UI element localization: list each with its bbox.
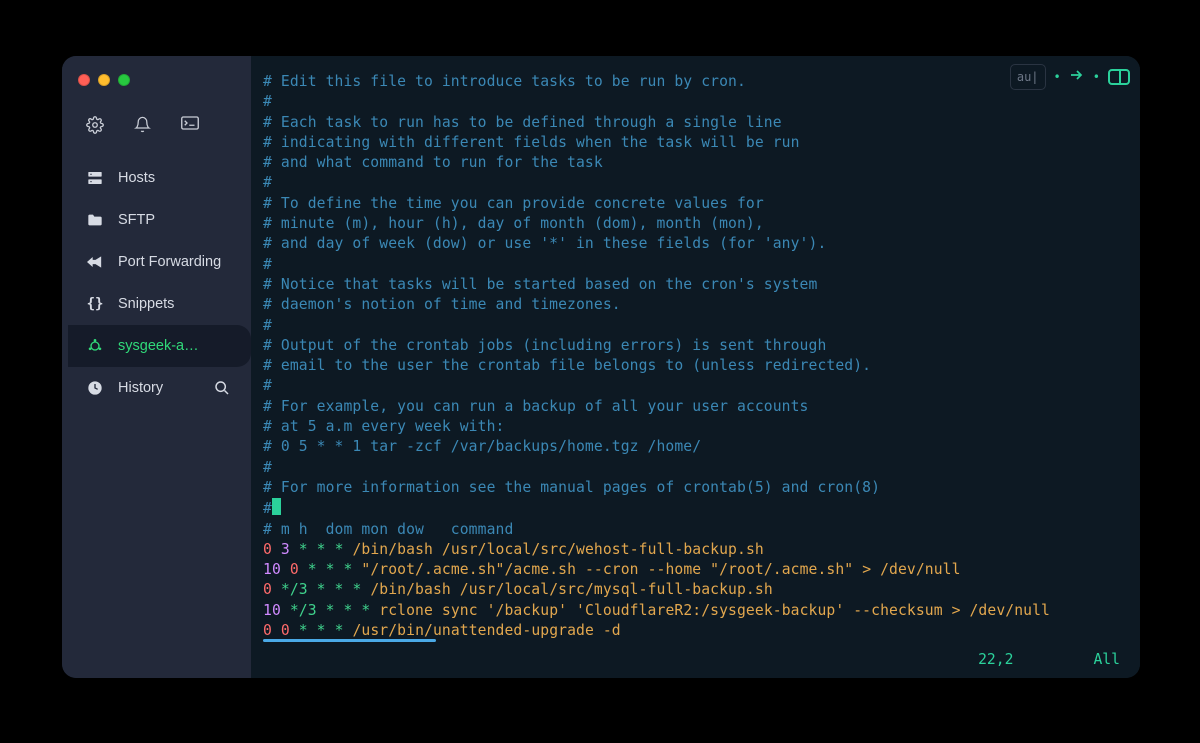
maximize-dot[interactable] [118,74,130,86]
sidebar-item-label: Snippets [118,296,231,312]
session-badge[interactable]: au| [1010,64,1046,90]
window-traffic-lights [62,66,251,102]
sidebar-item-history[interactable]: History [62,367,251,409]
horizontal-scrollbar[interactable] [263,639,436,642]
editor-status-bar: 22,2 All [978,650,1120,670]
split-pane-icon[interactable] [1108,69,1130,85]
view-extent: All [1093,650,1120,670]
sidebar-item-label: SFTP [118,212,231,228]
clock-icon [86,379,104,397]
sidebar-item-label: Port Forwarding [118,254,231,270]
terminal-pane[interactable]: au| • • # Edit this file to introduce ta… [251,56,1140,678]
braces-icon: {} [86,295,104,313]
cursor-position: 22,2 [978,650,1013,670]
sidebar-nav: Hosts SFTP Port Forwarding {} [62,157,251,409]
sidebar-item-label: History [118,380,199,396]
minimize-dot[interactable] [98,74,110,86]
ubuntu-icon [86,337,104,355]
sidebar-item-active-session[interactable]: sysgeek-a… [68,325,251,367]
terminal-top-controls: au| • • [1010,64,1130,90]
sidebar-toolbar [62,102,251,157]
search-icon[interactable] [213,380,231,396]
sidebar-item-label: sysgeek-a… [118,338,231,354]
status-dot-icon: • [1093,67,1100,87]
sidebar-item-label: Hosts [118,170,231,186]
sidebar: Hosts SFTP Port Forwarding {} [62,56,251,678]
sidebar-item-hosts[interactable]: Hosts [62,157,251,199]
share-icon[interactable] [1069,67,1085,87]
bell-icon[interactable] [134,116,151,139]
close-dot[interactable] [78,74,90,86]
sidebar-item-port-forwarding[interactable]: Port Forwarding [62,241,251,283]
status-dot-icon: • [1054,67,1061,87]
server-icon [86,169,104,187]
app-window: Hosts SFTP Port Forwarding {} [62,56,1140,678]
sidebar-item-snippets[interactable]: {} Snippets [62,283,251,325]
terminal-output: # Edit this file to introduce tasks to b… [263,72,1128,641]
settings-icon[interactable] [86,116,104,139]
folder-icon [86,211,104,229]
editor-cursor [272,498,281,515]
sidebar-item-sftp[interactable]: SFTP [62,199,251,241]
terminal-icon[interactable] [181,116,199,139]
forward-icon [86,253,104,271]
